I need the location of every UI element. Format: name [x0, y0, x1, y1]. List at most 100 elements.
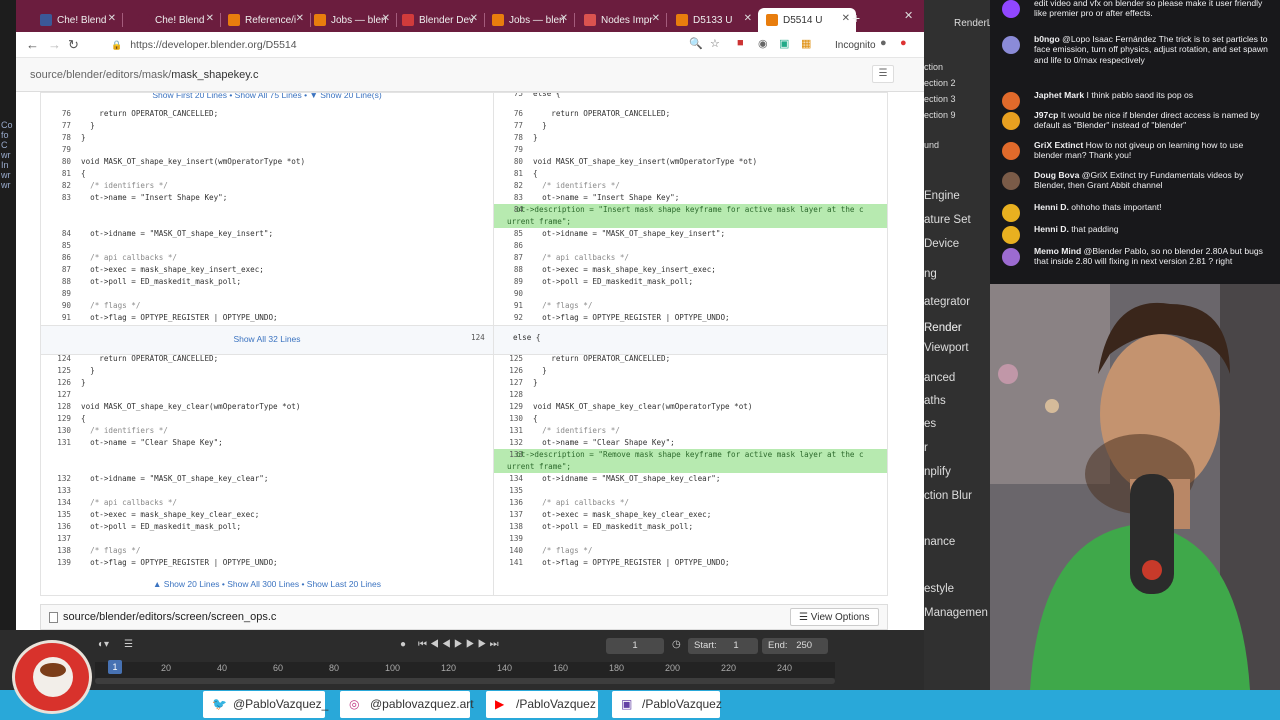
line-number: 75 — [513, 92, 523, 98]
tab-close-icon[interactable]: ✕ — [842, 13, 850, 24]
code-row: 92 ot->flag = OPTYPE_REGISTER | OPTYPE_U… — [493, 312, 887, 324]
chat-username[interactable]: Doug Bova — [1034, 170, 1079, 180]
blender-panel-label[interactable]: ature Set — [924, 214, 971, 226]
chat-username[interactable]: Memo Mind — [1034, 246, 1081, 256]
blender-panel-label[interactable]: ection 2 — [924, 78, 956, 88]
start-value[interactable]: 1 — [733, 640, 738, 651]
tab-close-icon[interactable]: ✕ — [560, 13, 568, 24]
code-line: { — [533, 414, 538, 423]
record-icon[interactable]: ● — [400, 639, 406, 650]
view-options-button[interactable]: ☰ View Options — [790, 608, 879, 626]
chat-username[interactable]: b0ngo — [1034, 34, 1060, 44]
browser-tab[interactable]: Che! Blend ✕ — [130, 8, 220, 32]
tab-label: Jobs — blen — [331, 14, 387, 26]
show-all-32-lines-link[interactable]: Show All 32 Lines — [41, 334, 493, 344]
code-line: } — [81, 366, 95, 375]
blender-panel-label[interactable]: es — [924, 418, 936, 430]
social-link[interactable]: ▣ /PabloVazquez — [612, 691, 722, 718]
blender-panel-label[interactable]: Engine — [924, 190, 960, 202]
line-number: 82 — [61, 181, 71, 190]
tab-close-icon[interactable]: ✕ — [382, 13, 390, 24]
browser-tab[interactable]: Che! Blend ✕ — [32, 8, 122, 32]
chat-message: edit video and vfx on blender so please … — [1034, 0, 1270, 19]
extension-color-icon[interactable]: ▦ — [801, 37, 811, 50]
new-tab-button[interactable]: + — [852, 10, 860, 26]
context-expand-top[interactable]: Show First 20 Lines • Show All 75 Lines … — [41, 93, 493, 100]
window-close-icon[interactable]: ✕ — [904, 9, 913, 22]
chat-username[interactable]: J97cp — [1034, 110, 1058, 120]
playback-controls-icon[interactable]: ⏮◀◀▶▶▶⏭ — [418, 639, 502, 650]
blender-panel-label[interactable]: r — [924, 442, 928, 454]
tab-close-icon[interactable]: ✕ — [296, 13, 304, 24]
blender-panel-label[interactable]: ection 9 — [924, 110, 956, 120]
chat-username[interactable]: Henni D. — [1034, 224, 1069, 234]
back-icon[interactable]: ← — [26, 37, 39, 52]
forward-icon[interactable]: → — [48, 37, 61, 52]
chat-username[interactable]: Japhet Mark — [1034, 90, 1084, 100]
view-options-label: View Options — [810, 612, 870, 623]
blender-panel-label[interactable]: ng — [924, 268, 937, 280]
tab-close-icon[interactable]: ✕ — [470, 13, 478, 24]
social-link[interactable]: 🐦 @PabloVazquez_ — [203, 691, 328, 718]
social-link[interactable]: ◎ @pablovazquez.art — [340, 691, 474, 718]
browser-tab[interactable]: Jobs — blen ✕ — [484, 8, 574, 32]
blender-panel-label[interactable]: und — [924, 140, 939, 150]
code-row: 91 /* flags */ — [493, 300, 887, 312]
code-row: 87 /* api callbacks */ — [493, 252, 887, 264]
code-row: 89 — [41, 288, 493, 300]
extension-icon[interactable]: ◉ — [758, 37, 768, 50]
blender-panel-label[interactable]: ection 3 — [924, 94, 956, 104]
extension-shield-icon[interactable]: ■ — [737, 37, 744, 49]
blender-panel-label[interactable]: Render — [924, 322, 962, 334]
chat-username[interactable]: Henni D. — [1034, 202, 1069, 212]
blender-panel-label[interactable]: Device — [924, 238, 959, 250]
blender-panel-label[interactable]: ategrator — [924, 296, 970, 308]
tab-favicon-icon — [402, 14, 414, 26]
address-bar[interactable]: 🔒 https://developer.blender.org/D5514 — [111, 39, 297, 51]
code-row: 139 — [493, 533, 887, 545]
context-expand-bottom[interactable]: ▲ Show 20 Lines • Show All 300 Lines • S… — [41, 579, 493, 589]
social-link[interactable]: ▶ /PabloVazquez — [486, 691, 598, 718]
chat-username[interactable]: GriX Extinct — [1034, 140, 1083, 150]
blender-panel-label[interactable]: aths — [924, 395, 946, 407]
line-number: 136 — [57, 522, 71, 531]
incognito-icon[interactable]: ● — [880, 37, 887, 49]
reload-icon[interactable]: ↻ — [68, 37, 79, 53]
timeline-mode-icon[interactable]: ◐▾ — [98, 639, 109, 650]
code-row: 139 ot->flag = OPTYPE_REGISTER | OPTYPE_… — [41, 557, 493, 569]
browser-tab[interactable]: Nodes Impr ✕ — [576, 8, 666, 32]
zoom-icon[interactable]: 🔍 — [689, 37, 703, 50]
code-row: 132 ot->name = "Clear Shape Key"; — [493, 437, 887, 449]
browser-tab[interactable]: Blender Dev ✕ — [394, 8, 484, 32]
render-layer-label: RenderL — [954, 18, 990, 29]
bookmark-star-icon[interactable]: ☆ — [710, 37, 720, 50]
timeline-menu-icon[interactable]: ☰ — [124, 639, 133, 650]
code-line: void MASK_OT_shape_key_insert(wmOperator… — [81, 157, 306, 166]
blender-panel-label[interactable]: anced — [924, 372, 955, 384]
blender-panel-label[interactable]: nplify — [924, 466, 951, 478]
youtube-icon: ▶ — [495, 697, 505, 711]
menu-icon[interactable]: ● — [900, 37, 907, 49]
blender-panel-label[interactable]: Managemen — [924, 607, 988, 619]
blender-panel-label[interactable]: ction — [924, 62, 943, 72]
browser-tab[interactable]: D5514 U ✕ — [758, 8, 856, 32]
tab-close-icon[interactable]: ✕ — [108, 13, 116, 24]
timeline-scrollbar[interactable] — [95, 678, 835, 684]
browser-tab[interactable]: D5133 U ✕ — [668, 8, 758, 32]
browser-tab[interactable]: Jobs — blen ✕ — [306, 8, 396, 32]
current-frame-field[interactable]: 1 — [606, 638, 664, 654]
tab-close-icon[interactable]: ✕ — [206, 13, 214, 24]
file-menu-button[interactable]: ☰ — [872, 65, 894, 83]
blender-panel-label[interactable]: Viewport — [924, 342, 969, 354]
extension-image-icon[interactable]: ▣ — [779, 37, 789, 50]
current-frame-marker[interactable]: 1 — [108, 660, 122, 674]
blender-panel-label[interactable]: estyle — [924, 583, 954, 595]
blender-panel-label[interactable]: nance — [924, 536, 955, 548]
chat-text: @Lopo Isaac Fernández The trick is to se… — [1034, 34, 1268, 65]
tab-close-icon[interactable]: ✕ — [744, 13, 752, 24]
blender-panel-label[interactable]: ction Blur — [924, 490, 972, 502]
end-value[interactable]: 250 — [796, 640, 812, 651]
timeline-ruler[interactable]: 20 40 60 80 100 120 140 160 180 200 220 240 — [95, 662, 835, 678]
browser-tab[interactable]: Reference/i ✕ — [220, 8, 310, 32]
tab-close-icon[interactable]: ✕ — [652, 13, 660, 24]
